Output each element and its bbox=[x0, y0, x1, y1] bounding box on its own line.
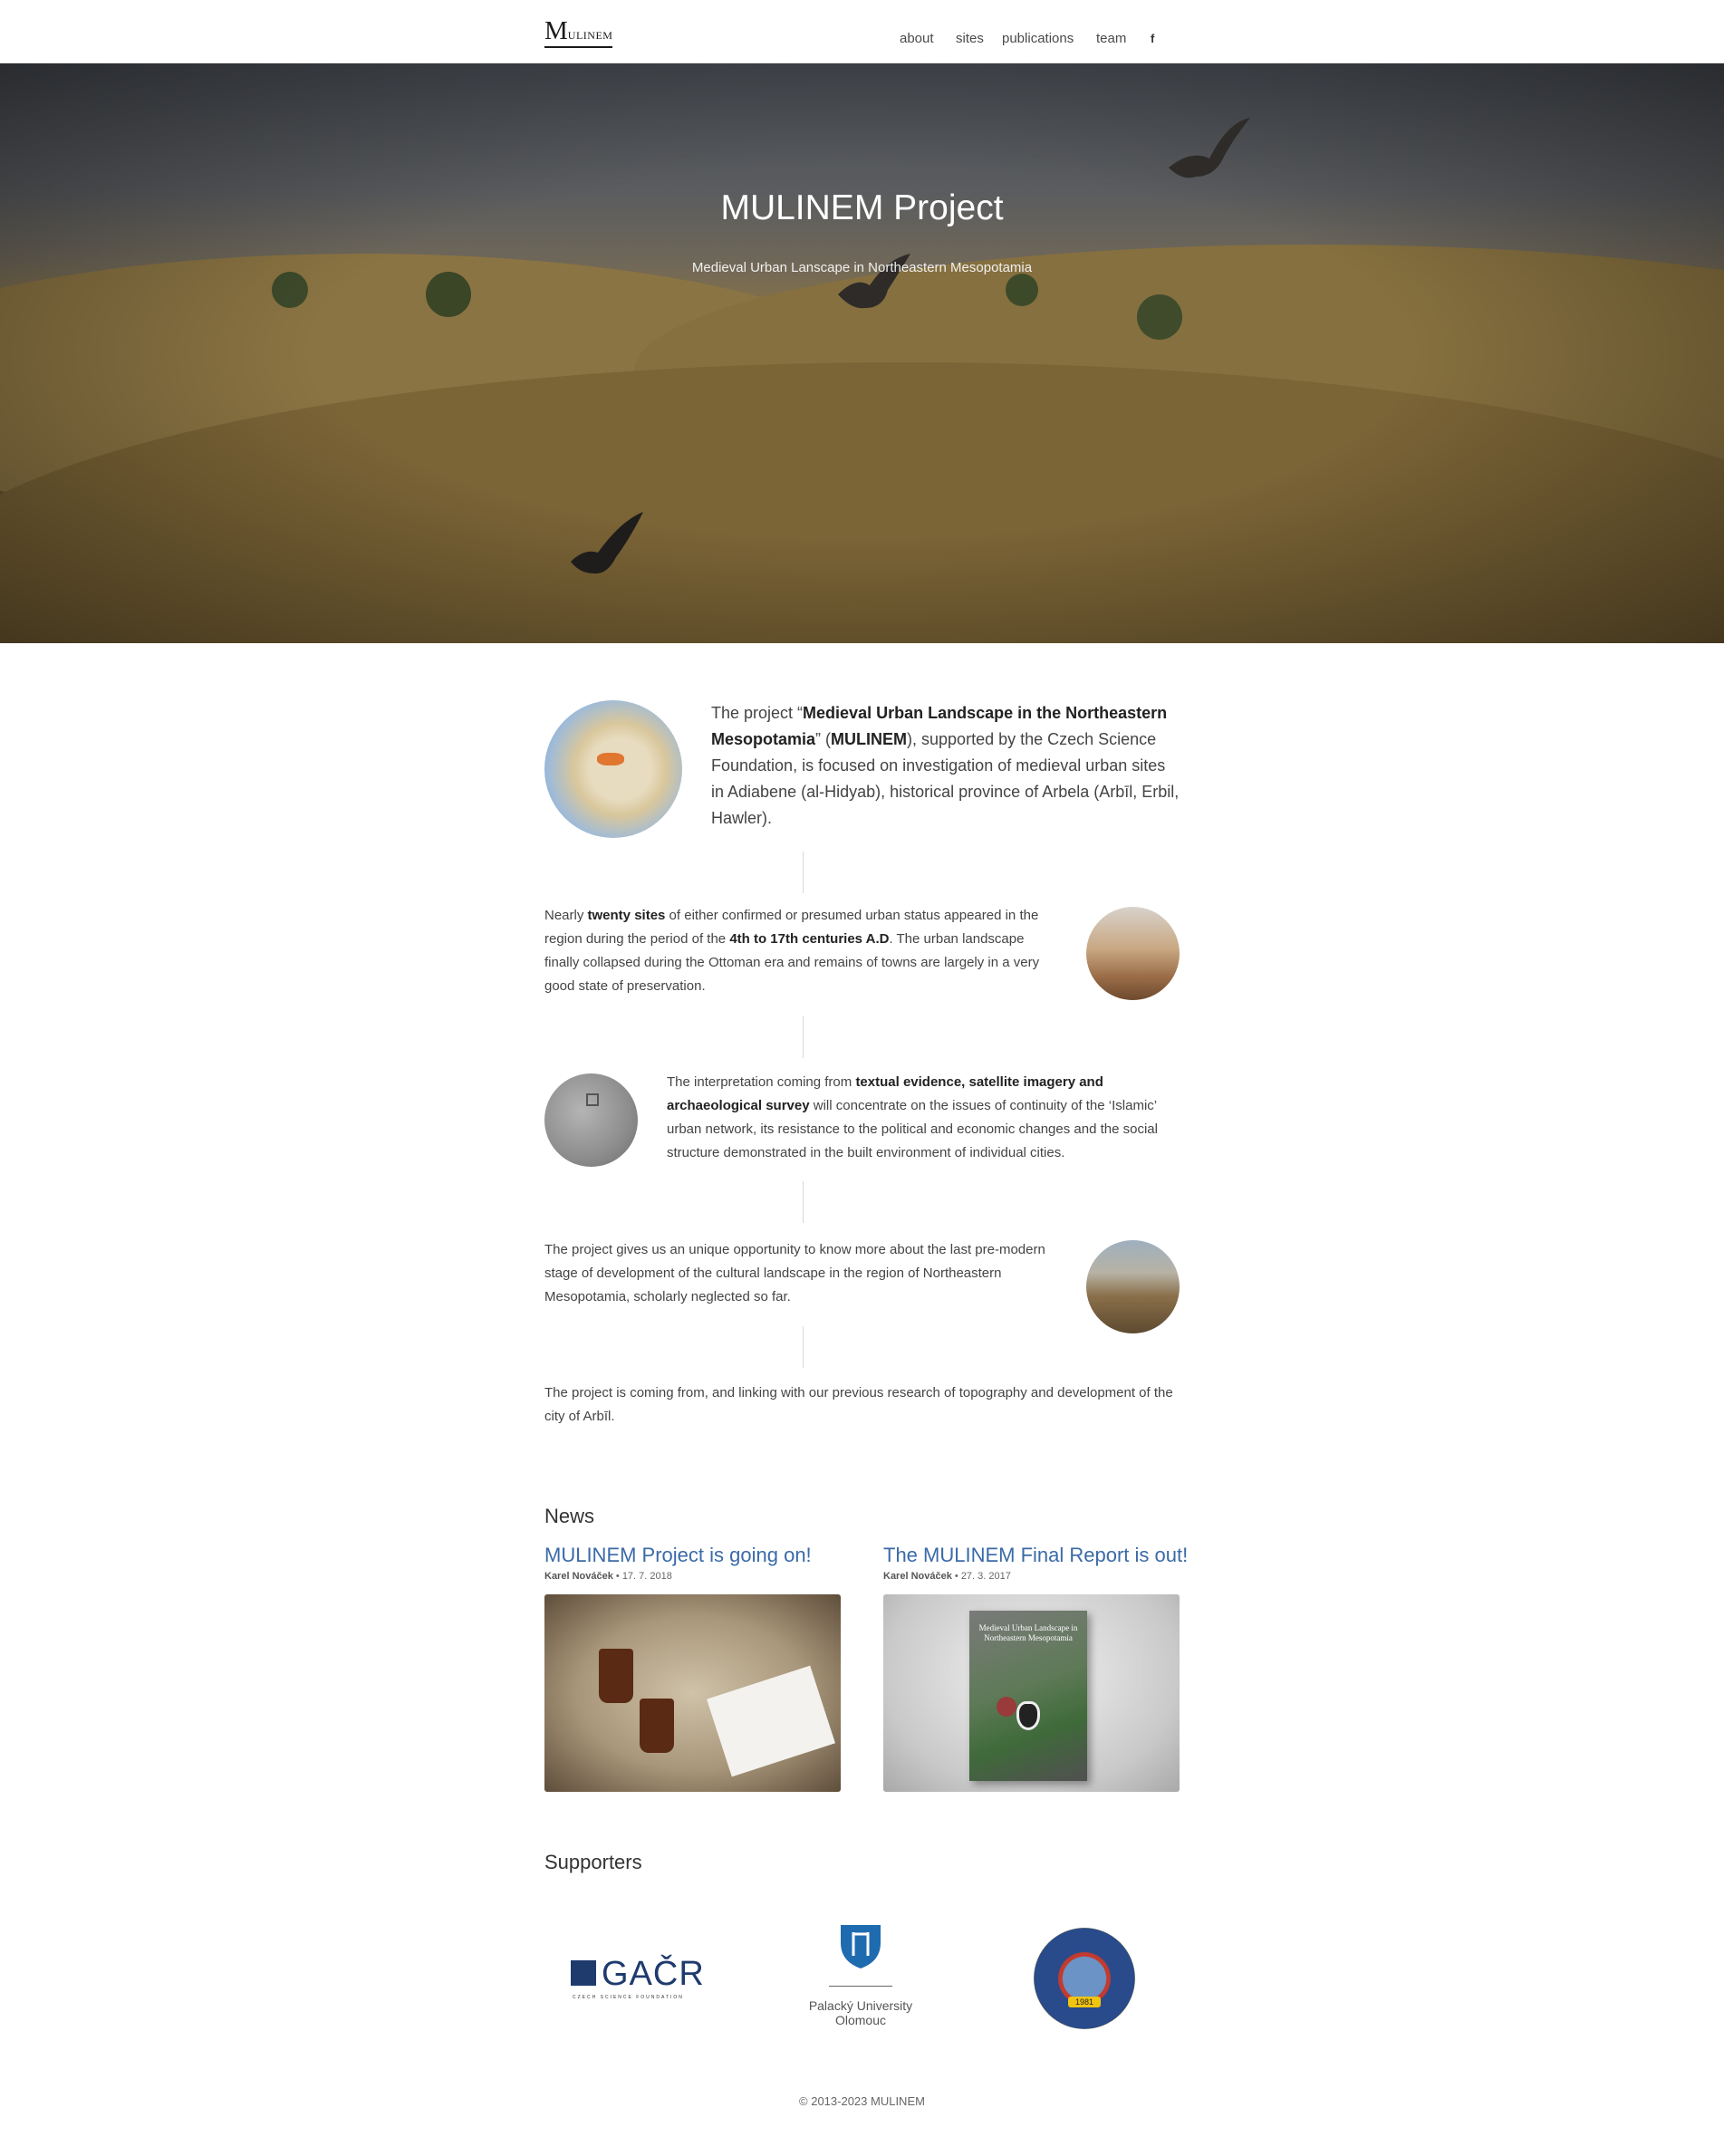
salahaddin-university-logo[interactable]: 1981 bbox=[1034, 1928, 1135, 2029]
timeline-divider bbox=[803, 852, 804, 893]
news-item-title[interactable]: The MULINEM Final Report is out! bbox=[883, 1544, 1188, 1567]
supporters-heading: Supporters bbox=[544, 1851, 642, 1873]
bird-image bbox=[571, 512, 643, 574]
book-cover: Medieval Urban Landscape in Northeastern… bbox=[969, 1611, 1087, 1781]
nav-link-team[interactable]: team bbox=[1096, 31, 1126, 46]
timeline-divider bbox=[803, 1016, 804, 1058]
palacky-university-logo[interactable]: Palacký University Olomouc bbox=[797, 1925, 924, 2034]
palacky-shield-icon bbox=[841, 1925, 881, 1968]
nav-link-about[interactable]: about bbox=[900, 31, 934, 46]
ruins-image bbox=[1086, 907, 1180, 1000]
about-paragraph-1: The project “Medieval Urban Landscape in… bbox=[711, 704, 1180, 827]
hero-title: MULINEM Project bbox=[720, 188, 1004, 227]
facebook-icon[interactable]: f bbox=[1151, 32, 1154, 45]
news-item-image[interactable]: Medieval Urban Landscape in Northeastern… bbox=[883, 1594, 1180, 1792]
timeline-divider bbox=[803, 1181, 804, 1223]
map-image bbox=[544, 700, 682, 838]
gacr-logo[interactable]: GAČR CZECH SCIENCE FOUNDATION bbox=[571, 1957, 707, 2002]
about-paragraph-4: The project gives us an unique opportuni… bbox=[544, 1242, 1045, 1304]
news-item-title[interactable]: MULINEM Project is going on! bbox=[544, 1544, 812, 1567]
gacr-emblem-icon bbox=[571, 1960, 596, 1986]
timeline-divider bbox=[803, 1326, 804, 1368]
satellite-image bbox=[544, 1073, 638, 1167]
news-heading: News bbox=[544, 1505, 595, 1527]
news-item-image[interactable] bbox=[544, 1594, 841, 1792]
news-item-meta: Karel Nováček • 27. 3. 2017 bbox=[883, 1571, 1011, 1582]
hero-banner: MULINEM Project Medieval Urban Lanscape … bbox=[0, 63, 1724, 643]
hero-vignette bbox=[0, 63, 1724, 643]
nav-link-sites[interactable]: sites bbox=[956, 31, 984, 46]
nav-link-publications[interactable]: publications bbox=[1002, 31, 1074, 46]
footer-copyright: © 2013-2023 MULINEM bbox=[799, 2094, 925, 2108]
hero-subtitle: Medieval Urban Lanscape in Northeastern … bbox=[691, 260, 1033, 275]
nav-links: about sites publications team bbox=[0, 31, 1724, 49]
about-paragraph-2: Nearly twenty sites of either confirmed … bbox=[544, 908, 1040, 994]
about-paragraph-5: The project is coming from, and linking … bbox=[544, 1385, 1173, 1424]
top-navbar: MULINEM about sites publications team f bbox=[0, 0, 1724, 63]
landscape-image bbox=[1086, 1240, 1180, 1333]
news-item-meta: Karel Nováček • 17. 7. 2018 bbox=[544, 1571, 672, 1582]
about-paragraph-3: The interpretation coming from textual e… bbox=[667, 1074, 1158, 1160]
bird-image bbox=[1169, 118, 1250, 178]
